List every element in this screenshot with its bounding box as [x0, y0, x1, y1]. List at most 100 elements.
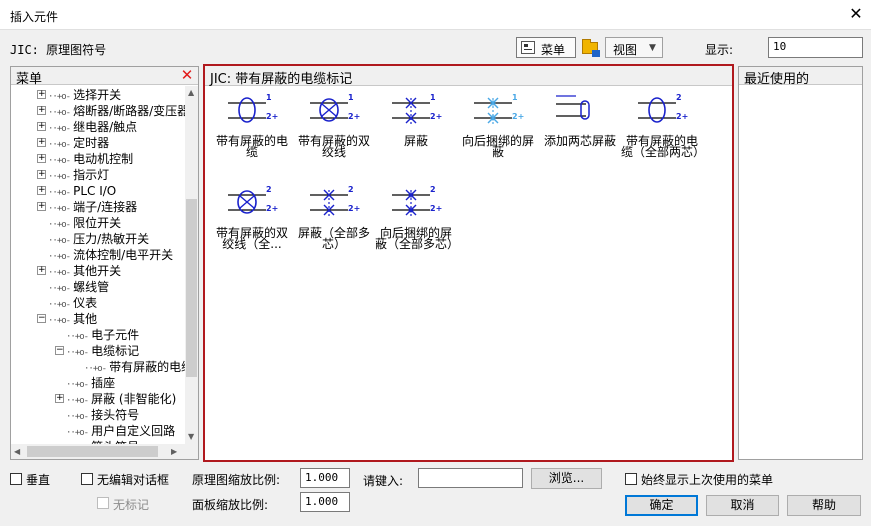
chevron-down-icon: ▼: [649, 43, 656, 53]
tree-vertical-scroll-thumb[interactable]: [186, 199, 197, 377]
expand-icon[interactable]: +: [37, 154, 46, 163]
tree-item[interactable]: ··+o- 螺线管: [37, 279, 109, 295]
symbol-tile[interactable]: 2 2+ 带有屏蔽的双绞线（全...: [211, 184, 293, 274]
scroll-right-icon[interactable]: ▶: [171, 447, 177, 456]
tree-item[interactable]: ··+o- 电子元件: [55, 327, 139, 343]
panel-scale-label: 面板缩放比例:: [192, 498, 269, 512]
type-it-input[interactable]: [418, 468, 523, 488]
tree-item-label: 其他: [73, 312, 98, 326]
cancel-button[interactable]: 取消: [706, 495, 779, 516]
tree-item-label: 用户自定义回路: [91, 424, 176, 438]
tree-item-label: 限位开关: [73, 216, 122, 230]
tree-item[interactable]: + ··+o- PLC I/O: [37, 183, 116, 199]
tree-item[interactable]: + ··+o- 端子/连接器: [37, 199, 137, 215]
svg-text:2: 2: [348, 185, 354, 194]
browse-folder-button[interactable]: [580, 38, 602, 58]
view-dropdown-button[interactable]: 视图 ▼: [605, 37, 663, 58]
symbol-tile[interactable]: 1 2+ 屏蔽: [375, 92, 457, 182]
symbol-tile[interactable]: 1 2+ 带有屏蔽的双绞线: [293, 92, 375, 182]
title-bar: 插入元件 ✕: [0, 0, 871, 30]
panel-scale-input[interactable]: 1.000: [300, 492, 350, 512]
tree-item[interactable]: ··+o- 仪表: [37, 295, 97, 311]
expand-icon[interactable]: +: [37, 170, 46, 179]
symbol-caption: 向后捆绑的屏蔽: [461, 134, 534, 159]
expand-icon[interactable]: +: [37, 202, 46, 211]
tree-item[interactable]: + ··+o- 选择开关: [37, 87, 121, 103]
menu-view-button[interactable]: 菜单: [516, 37, 576, 58]
shield-icon: 1 2+: [375, 92, 457, 132]
tree-item-label: 电动机控制: [73, 152, 134, 166]
shield-tied-back-icon: 1 2+: [457, 92, 539, 132]
tree-horizontal-scrollbar[interactable]: ◀ ▶: [11, 444, 198, 459]
display-count-input[interactable]: 10: [768, 37, 863, 58]
expand-icon[interactable]: +: [37, 106, 46, 115]
tree-item[interactable]: − ··+o- 电缆标记: [55, 343, 139, 359]
symbol-gallery-header: JIC: 带有屏蔽的电缆标记: [205, 66, 732, 87]
help-button[interactable]: 帮助: [787, 495, 861, 516]
tree-item[interactable]: + ··+o- 熔断器/断路器/变压器: [37, 103, 185, 119]
expand-icon[interactable]: +: [55, 394, 64, 403]
standard-label: JIC: 原理图符号: [10, 43, 107, 57]
always-show-last-menu-label: 始终显示上次使用的菜单: [641, 473, 774, 487]
collapse-icon[interactable]: −: [37, 314, 46, 323]
symbol-tile[interactable]: 1 2+ 向后捆绑的屏蔽: [457, 92, 539, 182]
shielded-twisted-pair-icon: 1 2+: [293, 92, 375, 132]
close-icon[interactable]: ✕: [846, 4, 866, 24]
svg-text:1: 1: [512, 93, 518, 102]
svg-text:2+: 2+: [512, 112, 524, 121]
close-icon[interactable]: ✕: [179, 67, 195, 83]
expand-icon[interactable]: +: [37, 138, 46, 147]
symbol-caption: 屏蔽（全部多芯）: [297, 226, 370, 251]
tree-item[interactable]: ··+o- 限位开关: [37, 215, 121, 231]
tree-item[interactable]: ··+o-带有屏蔽的电缆标记: [73, 359, 185, 375]
tree-item[interactable]: ··+o- 接头符号: [55, 407, 139, 423]
expand-icon[interactable]: +: [37, 122, 46, 131]
tree-item-label: PLC I/O: [73, 184, 117, 198]
tree-item[interactable]: ··+o- 插座: [55, 375, 115, 391]
tree-horizontal-scroll-thumb[interactable]: [27, 446, 158, 457]
browse-button[interactable]: 浏览...: [531, 468, 602, 489]
tree-item[interactable]: + ··+o- 屏蔽 (非智能化): [55, 391, 176, 407]
tree-item[interactable]: + ··+o- 其他开关: [37, 263, 121, 279]
no-edit-dialog-checkbox[interactable]: [81, 473, 93, 485]
symbol-tile[interactable]: 2 2+ 屏蔽（全部多芯）: [293, 184, 375, 274]
scroll-down-icon[interactable]: ▼: [188, 432, 194, 441]
tree-item[interactable]: − ··+o- 其他: [37, 311, 97, 327]
ok-button[interactable]: 确定: [625, 495, 698, 516]
tree-item-label: 仪表: [73, 296, 98, 310]
symbol-tile[interactable]: 1 2+ 带有屏蔽的电缆: [211, 92, 293, 182]
tree-vertical-scrollbar[interactable]: ▲ ▼: [185, 86, 198, 444]
expand-icon[interactable]: +: [37, 186, 46, 195]
folder-arrow-icon: [592, 50, 600, 57]
svg-text:2+: 2+: [430, 204, 442, 213]
menu-tree: + ··+o- 选择开关 + ··+o- 熔断器/断路器/变压器 + ··+o- 继电器/触点 +…: [11, 86, 185, 444]
svg-text:1: 1: [266, 93, 272, 102]
tree-item[interactable]: ··+o- 用户自定义回路: [55, 423, 175, 439]
scroll-up-icon[interactable]: ▲: [188, 88, 194, 97]
tree-item[interactable]: ··+o- 压力/热敏开关: [37, 231, 149, 247]
tree-item[interactable]: ··+o- 流体控制/电平开关: [37, 247, 173, 263]
symbol-caption: 带有屏蔽的电缆: [215, 134, 288, 159]
schematic-scale-input[interactable]: 1.000: [300, 468, 350, 488]
vertical-checkbox[interactable]: [10, 473, 22, 485]
scroll-left-icon[interactable]: ◀: [14, 447, 20, 456]
schematic-scale-label: 原理图缩放比例:: [192, 473, 281, 487]
svg-text:1: 1: [348, 93, 354, 102]
symbol-tile[interactable]: 2 2+ 向后捆绑的屏蔽（全部多芯）: [375, 184, 459, 274]
expand-icon[interactable]: +: [37, 90, 46, 99]
symbol-tile[interactable]: 添加两芯屏蔽: [539, 92, 621, 182]
tree-item[interactable]: + ··+o- 继电器/触点: [37, 119, 137, 135]
always-show-last-menu-checkbox[interactable]: [625, 473, 637, 485]
tree-item[interactable]: + ··+o- 电动机控制: [37, 151, 133, 167]
symbol-tile[interactable]: 2 2+ 带有屏蔽的电缆（全部两芯）: [621, 92, 705, 182]
collapse-icon[interactable]: −: [55, 346, 64, 355]
tree-item[interactable]: + ··+o- 定时器: [37, 135, 109, 151]
menu-tree-panel: 菜单 ✕ + ··+o- 选择开关 + ··+o- 熔断器/断路器/变压器 + ··+o- 继电…: [10, 66, 199, 460]
symbol-caption: 添加两芯屏蔽: [543, 134, 616, 148]
expand-icon[interactable]: +: [37, 266, 46, 275]
tree-item[interactable]: + ··+o- 指示灯: [37, 167, 109, 183]
tree-item-label: 螺线管: [73, 280, 110, 294]
